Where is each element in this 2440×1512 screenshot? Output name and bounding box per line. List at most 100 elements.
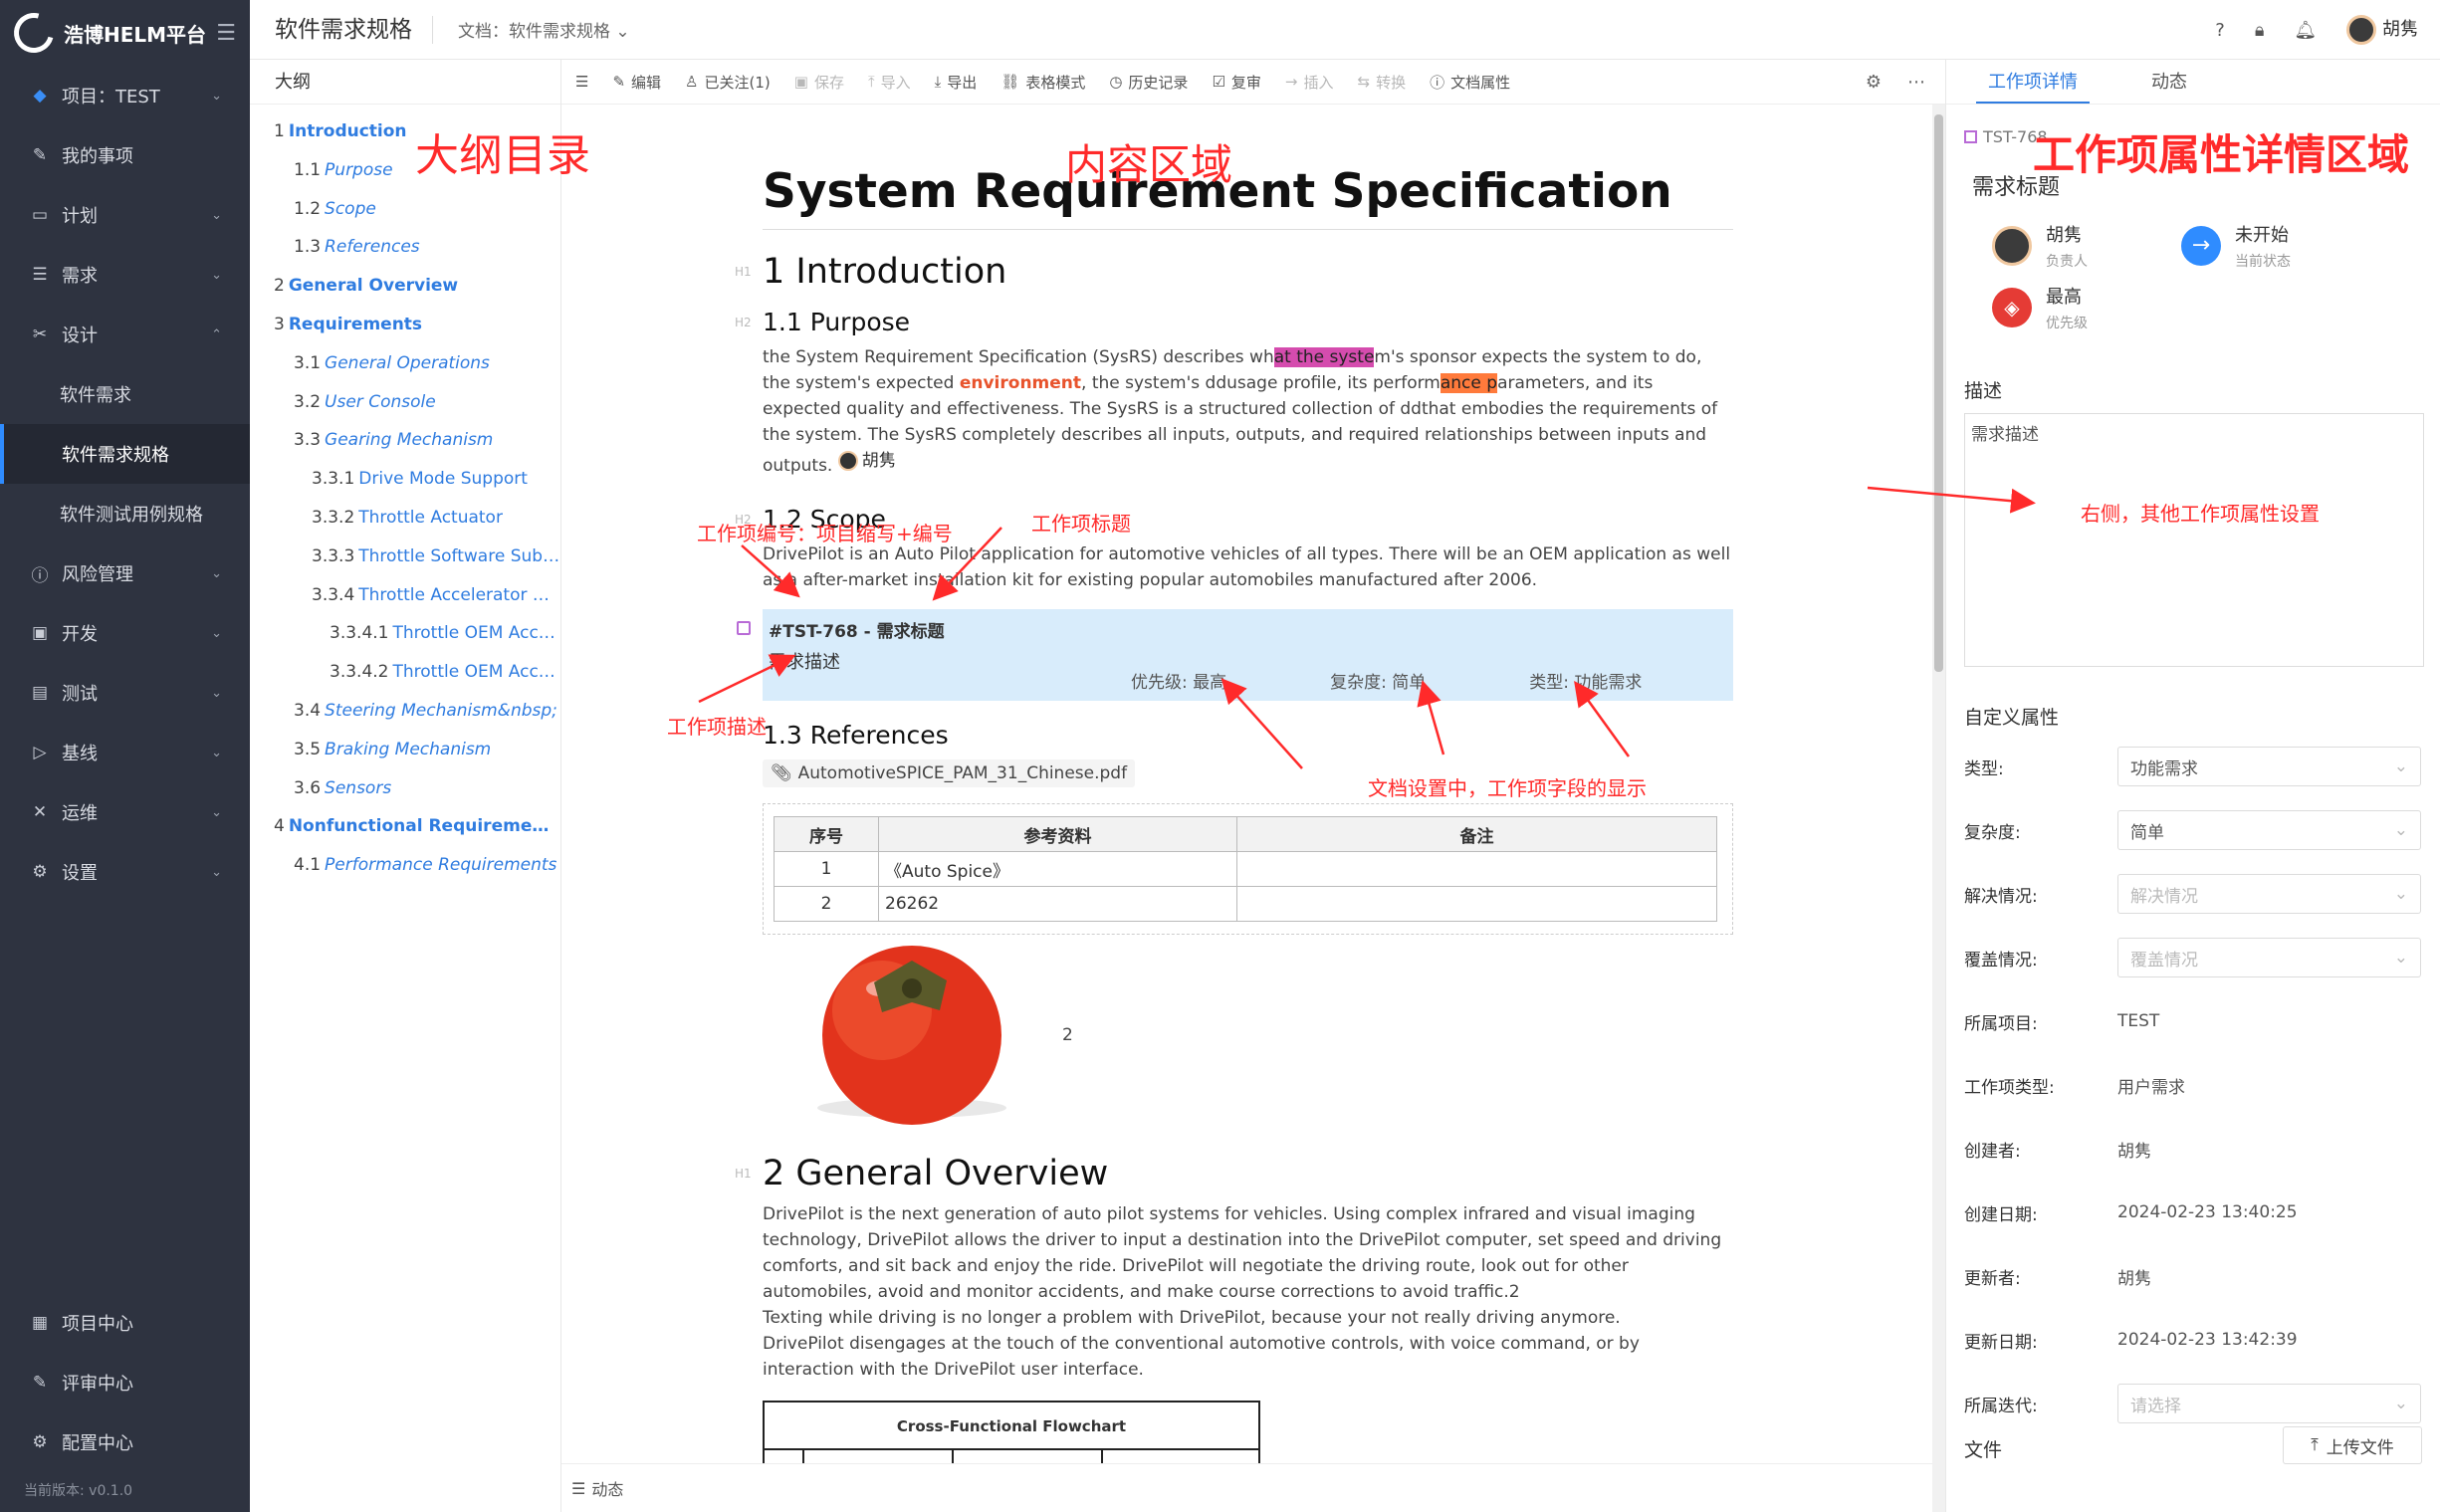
prop-select-value: 请选择 [2130,1396,2181,1416]
heading-introduction[interactable]: H1 1 Introduction [735,252,1733,292]
sidebar-item-plan[interactable]: ▭ 计划 ⌄ [0,185,250,245]
user-icon: ♙ [685,73,699,91]
prop-select[interactable]: 请选择 ⌄ [2117,1384,2421,1423]
content-scrollbar[interactable] [1932,105,1945,1512]
scrollbar-thumb[interactable] [1934,114,1943,672]
owner-field[interactable]: 胡隽 负责人 [1992,221,2088,271]
project-selector[interactable]: ◆ 项目：TEST ⌄ [0,66,250,125]
description-editor[interactable]: 需求描述 [1964,413,2424,667]
outline-item[interactable]: 3.2 User Console [250,383,560,422]
table-header: 备注 [1236,816,1717,852]
sidebar-item-dev[interactable]: ▣ 开发 ⌄ [0,603,250,663]
sidebar-item-baseline[interactable]: ▷ 基线 ⌄ [0,723,250,782]
outline-item[interactable]: 3.5 Braking Mechanism [250,731,560,769]
toolbar-item-info[interactable]: ⓘ 文档属性 [1430,72,1510,93]
heading-general-overview[interactable]: H1 2 General Overview [735,1154,1733,1193]
overview-paragraph[interactable]: DrivePilot is the next generation of aut… [763,1201,1733,1305]
sidebar-item-software-test-spec[interactable]: 软件测试用例规格 [0,484,250,543]
overview-paragraph-3[interactable]: DrivePilot disengages at the touch of th… [763,1331,1733,1383]
gear-icon[interactable]: ⚙ [1866,72,1882,93]
upload-file-button[interactable]: ⤒ 上传文件 [2283,1426,2422,1464]
flow-spacer [765,1450,804,1463]
toolbar-item-link[interactable]: ⛓ 表格模式 [1000,72,1085,93]
prop-label: 创建日期: [1964,1204,2038,1225]
outline-item[interactable]: 2 General Overview [250,267,560,306]
toolbar-item-clock[interactable]: ◷ 历史记录 [1109,72,1188,93]
outline-item[interactable]: 4 Nonfunctional Requirements [250,807,560,846]
tab-activity[interactable]: 动态 [2139,60,2199,104]
prop-label: 创建者: [1964,1141,2021,1162]
outline-number: 1 [274,121,285,141]
chevron-down-icon: ⌄ [211,864,222,880]
chevron-down-icon: ⌄ [211,267,222,283]
sidebar-item-config-center[interactable]: ⚙ 配置中心 [0,1412,250,1472]
doc-selector[interactable]: 文档：软件需求规格 ⌄ [433,17,630,42]
toolbar-item-user[interactable]: ♙ 已关注(1) [685,72,771,93]
outline-item[interactable]: 3.3.1 Drive Mode Support [250,460,560,499]
overview-paragraph-2[interactable]: Texting while driving is no longer a pro… [763,1305,1733,1331]
sidebar-item-settings[interactable]: ⚙ 设置 ⌄ [0,842,250,902]
outline-item[interactable]: 3.3 Gearing Mechanism [250,421,560,460]
lock-icon[interactable]: 🔒︎ [2255,20,2265,41]
outline-toggle-icon[interactable]: ☰ [575,73,588,91]
sidebar-item-test[interactable]: ▤ 测试 ⌄ [0,663,250,723]
scope-paragraph[interactable]: DrivePilot is an Auto Pilot application … [763,541,1733,593]
priority-field[interactable]: ◈ 最高 优先级 [1992,283,2088,332]
sidebar-item-review-center[interactable]: ✎ 评审中心 [0,1353,250,1412]
outline-item[interactable]: 3.3.4Throttle Accelerator Over... [250,576,560,615]
annotation-wi-title: 工作项标题 [1031,512,1131,536]
sidebar-item-software-req-spec[interactable]: 软件需求规格 [0,424,250,484]
owner-caption: 负责人 [2046,254,2088,270]
help-icon[interactable]: ? [2215,20,2225,41]
prop-select-value: 解决情况 [2130,886,2198,907]
prop-select[interactable]: 简单 ⌄ [2117,810,2421,850]
outline-item[interactable]: 3.1 General Operations [250,344,560,383]
toolbar-item-review[interactable]: ☑ 复审 [1212,72,1260,93]
sidebar-item-requirements[interactable]: ☰ 需求 ⌄ [0,245,250,305]
heading-purpose[interactable]: H2 1.1 Purpose [735,308,1733,336]
prop-row: 类型: 功能需求 ⌄ [1964,747,2422,786]
bell-icon[interactable]: 🔔︎ [2294,20,2317,41]
tab-work-item-details[interactable]: 工作项详情 [1976,60,2090,104]
prop-select[interactable]: 覆盖情况 ⌄ [2117,938,2421,977]
prop-select[interactable]: 解决情况 ⌄ [2117,874,2421,914]
outline-item[interactable]: 3.6 Sensors [250,769,560,808]
outline-item[interactable]: 3.3.4.1Throttle OEM Acceler... [250,614,560,653]
outline-text: Introduction [288,121,407,141]
annotation-right-tip: 右侧，其他工作项属性设置 [2081,502,2320,526]
outline-item[interactable]: 3 Requirements [250,306,560,344]
work-item-block[interactable]: #TST-768 - 需求标题 需求描述 优先级: 最高 复杂度: 简单 类型:… [737,609,1733,701]
outline-item[interactable]: 3.4 Steering Mechanism&nbsp; [250,692,560,731]
toolbar-item-convert[interactable]: ⇆ 转换 [1358,72,1407,93]
toolbar-item-import[interactable]: ⤒ 导入 [868,72,911,93]
outline-item[interactable]: 3.3.3Throttle Software Subcon... [250,538,560,576]
sidebar-item-design[interactable]: ✂ 设计 ⌃ [0,305,250,364]
sidebar-item-software-req[interactable]: 软件需求 [0,364,250,424]
outline-item[interactable]: 4.1 Performance Requirements [250,846,560,885]
prop-label: 覆盖情况: [1964,950,2038,971]
sidebar-item-my-tasks[interactable]: ✎ 我的事项 [0,125,250,185]
toolbar-item-save[interactable]: ▣ 保存 [794,72,844,93]
sidebar-item-risk[interactable]: ⓘ 风险管理 ⌄ [0,543,250,603]
sidebar-item-ops[interactable]: ✕ 运维 ⌄ [0,782,250,842]
work-item-code[interactable]: #TST-768 - 需求标题 [769,617,1727,642]
attachment-chip[interactable]: 📎︎ AutomotiveSPICE_PAM_31_Chinese.pdf [763,759,1136,787]
user-mention[interactable]: 胡隽 [837,448,896,474]
prop-row: 所属项目: TEST [1964,1001,2422,1041]
sidebar-item-project-center[interactable]: ▦ 项目中心 [0,1293,250,1353]
toolbar-item-edit[interactable]: ✎ 编辑 [612,72,661,93]
more-icon[interactable]: ⋯ [1907,72,1925,93]
state-field[interactable]: → 未开始 当前状态 [2181,221,2291,271]
prop-select[interactable]: 功能需求 ⌄ [2117,747,2421,786]
toolbar-item-insert[interactable]: → 插入 [1285,72,1334,93]
status-bar[interactable]: ☰ 动态 [561,1463,1945,1512]
collapse-menu-icon[interactable]: ☰ [216,21,236,46]
toolbar-item-export[interactable]: ⤓ 导出 [935,72,978,93]
purpose-paragraph[interactable]: the System Requirement Specification (Sy… [763,344,1733,479]
outline-item[interactable]: 3.3.2 Throttle Actuator [250,499,560,538]
outline-item[interactable]: 3.3.4.2Throttle OEM Acceler... [250,653,560,692]
heading-references[interactable]: 1.3 References [763,721,1733,750]
outline-item[interactable]: 1.3 References [250,228,560,267]
user-menu[interactable]: 胡隽 [2346,15,2418,45]
outline-item[interactable]: 1.2 Scope [250,190,560,229]
